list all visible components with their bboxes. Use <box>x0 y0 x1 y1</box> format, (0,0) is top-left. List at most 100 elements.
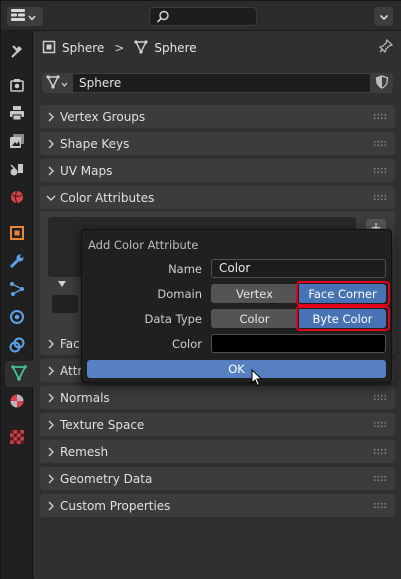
properties-editor: Sphere > Sphere Sphere Vertex Groups Sha… <box>0 0 401 579</box>
chevron-down-icon <box>379 10 389 24</box>
drag-handle[interactable] <box>373 421 387 428</box>
tab-tool[interactable] <box>4 39 30 65</box>
data-type-option-color[interactable]: Color <box>211 309 298 328</box>
panel-normals[interactable]: Normals <box>40 386 395 409</box>
panel-title: Geometry Data <box>60 471 153 486</box>
panel-custom-properties[interactable]: Custom Properties <box>40 494 395 517</box>
chevron-right-icon <box>42 166 60 176</box>
panel-remesh[interactable]: Remesh <box>40 440 395 463</box>
tab-scene[interactable] <box>4 157 30 183</box>
drag-handle[interactable] <box>373 140 387 147</box>
fake-user-button[interactable] <box>371 73 393 93</box>
chevron-down-icon <box>42 194 60 202</box>
mouse-cursor-icon <box>251 368 263 390</box>
wrench-screwdriver-icon <box>9 43 25 62</box>
panel-color-attributes[interactable]: Color Attributes <box>40 186 395 209</box>
physics-orbit-icon <box>9 309 25 328</box>
tab-texture[interactable] <box>4 425 30 451</box>
panel-title: Fac <box>60 336 80 351</box>
printer-icon <box>9 105 25 124</box>
drag-handle[interactable] <box>373 167 387 174</box>
pin-icon <box>378 38 394 56</box>
panel-title: Vertex Groups <box>60 109 146 124</box>
chevron-right-icon <box>42 112 60 122</box>
object-square-icon <box>9 225 25 244</box>
highlight-box <box>296 306 390 331</box>
chevron-right-icon <box>42 139 60 149</box>
editor-header <box>1 1 401 31</box>
image-stack-icon <box>9 133 25 152</box>
drag-handle[interactable] <box>373 394 387 401</box>
chevron-right-icon <box>42 420 60 430</box>
chevron-right-icon <box>42 474 60 484</box>
tab-output[interactable] <box>4 101 30 127</box>
properties-tab-strip <box>1 31 33 579</box>
name-label: Name <box>168 262 202 276</box>
chevron-right-icon <box>42 339 60 349</box>
chevron-right-icon <box>42 501 60 511</box>
editor-type-selector[interactable] <box>7 7 43 26</box>
constraint-icon <box>9 337 25 356</box>
tab-data[interactable] <box>5 361 33 387</box>
panel-texture-space[interactable]: Texture Space <box>40 413 395 436</box>
breadcrumb-separator: > <box>114 41 125 55</box>
drag-handle[interactable] <box>373 448 387 455</box>
list-filter-field[interactable] <box>52 295 78 313</box>
wrench-icon <box>9 253 25 272</box>
color-swatch[interactable] <box>211 334 386 353</box>
tab-render[interactable] <box>4 73 30 99</box>
tab-view-layer[interactable] <box>4 129 30 155</box>
scene-icon <box>9 161 25 180</box>
pin-button[interactable] <box>378 38 394 56</box>
mesh-data-icon <box>11 364 27 384</box>
mesh-data-icon <box>46 74 60 92</box>
globe-icon <box>9 189 25 208</box>
color-label: Color <box>171 337 202 351</box>
highlight-box <box>296 281 390 306</box>
triangle-down-icon[interactable] <box>58 281 66 287</box>
mesh-browse-button[interactable] <box>42 73 72 93</box>
properties-editor-icon <box>11 9 25 24</box>
mesh-data-icon <box>134 39 148 57</box>
options-dropdown-button[interactable] <box>374 7 393 26</box>
panel-vertex-groups[interactable]: Vertex Groups <box>40 105 395 128</box>
panel-uv-maps[interactable]: UV Maps <box>40 159 395 182</box>
panel-title: Remesh <box>60 444 109 459</box>
data-type-label: Data Type <box>144 312 202 326</box>
tab-world[interactable] <box>4 185 30 211</box>
mesh-datablock-selector: Sphere <box>42 73 393 93</box>
panel-title: Texture Space <box>60 417 145 432</box>
dialog-title: Add Color Attribute <box>88 238 199 252</box>
panel-title: Shape Keys <box>60 136 130 151</box>
chevron-right-icon <box>42 393 60 403</box>
search-input[interactable] <box>149 7 257 26</box>
panel-geometry-data[interactable]: Geometry Data <box>40 467 395 490</box>
drag-handle[interactable] <box>373 502 387 509</box>
breadcrumb-object-name: Sphere <box>62 41 105 55</box>
name-field[interactable]: Color <box>211 259 386 278</box>
tab-material[interactable] <box>4 389 30 415</box>
tab-constraints[interactable] <box>4 333 30 359</box>
panel-title: UV Maps <box>60 163 113 178</box>
domain-option-vertex[interactable]: Vertex <box>211 284 298 303</box>
tab-physics[interactable] <box>4 305 30 331</box>
panel-title: Color Attributes <box>60 190 155 205</box>
tab-modifiers[interactable] <box>4 249 30 275</box>
mesh-name-field[interactable]: Sphere <box>72 73 371 93</box>
object-square-icon <box>42 40 56 57</box>
add-color-attribute-dialog: Add Color Attribute Name Color Domain Ve… <box>81 229 392 383</box>
camera-back-icon <box>9 77 25 96</box>
tab-particles[interactable] <box>4 277 30 303</box>
panel-title: Normals <box>60 390 110 405</box>
ok-button[interactable]: OK <box>87 360 386 378</box>
drag-handle[interactable] <box>373 475 387 482</box>
drag-handle[interactable] <box>373 194 387 201</box>
tab-object[interactable] <box>4 221 30 247</box>
drag-handle[interactable] <box>373 113 387 120</box>
panel-shape-keys[interactable]: Shape Keys <box>40 132 395 155</box>
chevron-right-icon <box>42 366 60 376</box>
chevron-down-icon <box>28 10 36 24</box>
chevron-down-icon <box>61 76 68 90</box>
panel-title: Custom Properties <box>60 498 171 513</box>
chevron-right-icon <box>42 447 60 457</box>
